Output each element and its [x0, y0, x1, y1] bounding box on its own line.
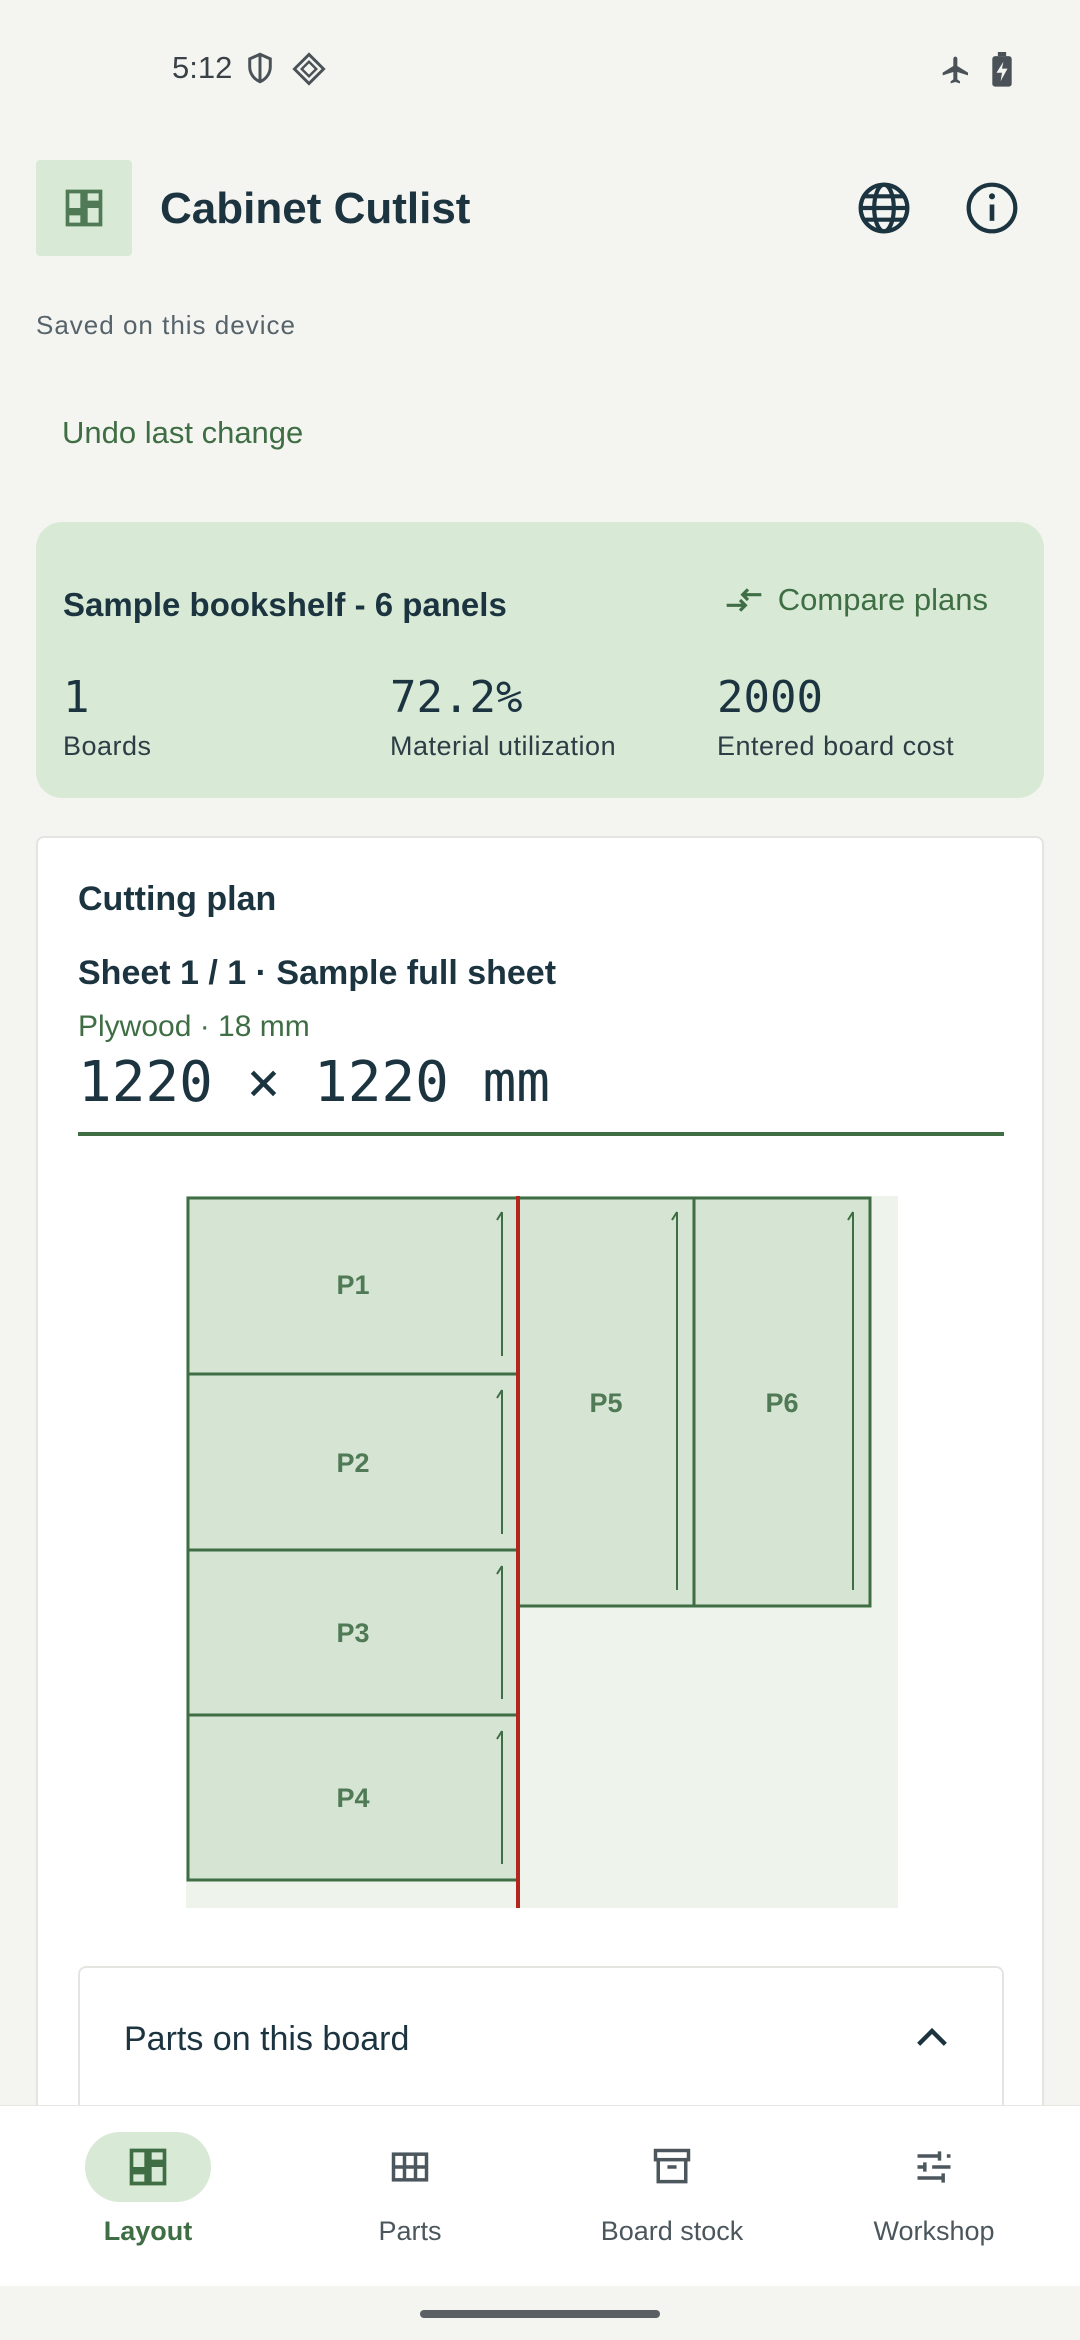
part-p5[interactable]: P5 — [516, 1196, 696, 1608]
stat-label: Material utilization — [390, 731, 617, 761]
parts-panel-title: Parts on this board — [124, 2020, 410, 2058]
nav-label: Layout — [103, 2216, 193, 2246]
chevron-up-icon[interactable] — [912, 2022, 952, 2050]
battery-charging-icon — [992, 52, 1012, 87]
dimensions-underline — [78, 1132, 1004, 1136]
nav-indicator — [85, 2132, 211, 2202]
part-p1[interactable]: P1 — [186, 1196, 520, 1376]
dashboard-icon — [129, 2148, 167, 2186]
app-title: Cabinet Cutlist — [160, 184, 471, 233]
status-time: 5:12 — [172, 50, 233, 85]
app-logo — [36, 160, 132, 256]
home-indicator[interactable] — [420, 2310, 660, 2318]
part-p4[interactable]: P4 — [186, 1713, 520, 1882]
diamond-icon — [292, 52, 326, 86]
sheet-title: Sheet 1 / 1 · Sample full sheet — [78, 954, 557, 992]
part-label: P5 — [589, 1388, 622, 1418]
stat-board-cost: 2000 Entered board cost — [717, 672, 954, 762]
part-p2[interactable]: P2 — [186, 1372, 520, 1552]
part-label: P6 — [765, 1388, 798, 1418]
stat-value: 2000 — [717, 672, 823, 723]
nav-item-board-stock[interactable]: Board stock — [537, 2106, 807, 2286]
cutting-plan-card: Cutting plan Sheet 1 / 1 · Sample full s… — [36, 836, 1044, 2166]
stat-material-utilization: 72.2% Material utilization — [390, 672, 616, 762]
airplane-icon — [942, 56, 968, 84]
part-label: P1 — [336, 1270, 369, 1300]
part-label: P4 — [336, 1783, 369, 1813]
nav-indicator — [871, 2132, 997, 2202]
part-label: P3 — [336, 1618, 369, 1648]
nav-item-layout[interactable]: Layout — [13, 2106, 283, 2286]
nav-indicator — [347, 2132, 473, 2202]
stat-boards: 1 Boards — [63, 672, 152, 762]
info-icon[interactable] — [964, 180, 1020, 236]
part-label: P2 — [336, 1448, 369, 1478]
dashboard-icon — [65, 189, 103, 227]
nav-label: Parts — [378, 2216, 442, 2246]
compare-plans-label: Compare plans — [777, 582, 988, 617]
bottom-navigation: Layout Parts Board stock Workshop — [0, 2106, 1080, 2286]
stat-label: Entered board cost — [717, 731, 955, 761]
stat-value: 72.2% — [390, 672, 523, 723]
archive-icon — [653, 2148, 691, 2184]
language-icon[interactable] — [856, 180, 912, 236]
sheet-material: Plywood · 18 mm — [78, 1010, 310, 1043]
sheet-dimensions: 1220 × 1220 mm — [78, 1050, 551, 1115]
nav-item-parts[interactable]: Parts — [275, 2106, 545, 2286]
part-p6[interactable]: P6 — [692, 1196, 872, 1608]
stat-label: Boards — [63, 731, 152, 761]
nav-label: Workshop — [873, 2216, 995, 2246]
compare-arrows-icon — [726, 588, 762, 612]
grid-icon — [391, 2152, 429, 2182]
status-bar: 5:12 — [0, 0, 1080, 140]
nav-label: Board stock — [600, 2216, 744, 2246]
project-title: Sample bookshelf - 6 panels — [63, 586, 507, 623]
tune-icon — [917, 2151, 951, 2183]
undo-button[interactable]: Undo last change — [36, 400, 329, 466]
save-status: Saved on this device — [36, 310, 296, 340]
shield-icon — [248, 52, 272, 84]
cutting-plan-heading: Cutting plan — [78, 880, 277, 918]
compare-plans-button[interactable]: Compare plans — [724, 582, 988, 618]
nav-item-workshop[interactable]: Workshop — [799, 2106, 1069, 2286]
app-bar: Cabinet Cutlist — [36, 158, 1044, 258]
cutting-diagram: P1 P2 P3 P4 P5 P6 — [186, 1196, 898, 1908]
project-summary-card: Sample bookshelf - 6 panels Compare plan… — [36, 522, 1044, 798]
stat-value: 1 — [63, 672, 90, 723]
nav-indicator — [609, 2132, 735, 2202]
part-p3[interactable]: P3 — [186, 1548, 520, 1717]
